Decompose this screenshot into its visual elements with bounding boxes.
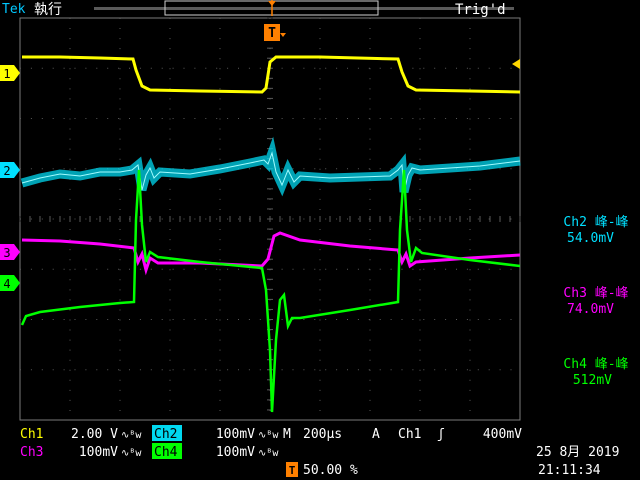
ch3-label[interactable]: Ch3 — [20, 445, 43, 460]
trigger-slope-icon: ʃ — [437, 427, 445, 442]
channel-marker-3[interactable]: 3 — [0, 244, 20, 260]
ch4-scale: 100mV — [216, 445, 255, 460]
date-readout: 25 8月 2019 — [536, 445, 619, 460]
trigger-status: Trig'd — [455, 2, 506, 18]
time-readout: 21:11:34 — [538, 463, 601, 478]
ch3-scale: 100mV — [79, 445, 118, 460]
ch4-label[interactable]: Ch4 — [154, 445, 178, 460]
ch2-scale: 100mV — [216, 427, 255, 442]
measurement-ch2-label: Ch2 峰-峰 — [563, 215, 628, 230]
waveform-ch3 — [21, 231, 521, 276]
measurement-ch2-value: 54.0mV — [567, 231, 614, 246]
channel-marker-2-label: 2 — [3, 164, 10, 178]
channel-marker-3-label: 3 — [3, 246, 10, 260]
trigger-level-arrow-icon[interactable] — [512, 59, 520, 69]
measurement-ch3-label: Ch3 峰-峰 — [563, 286, 628, 301]
waveform-ch1 — [22, 55, 521, 94]
trigger-level[interactable]: 400mV — [483, 427, 522, 442]
ch2-bw-limit-icon: ∿ᴮw — [258, 430, 279, 441]
channel-marker-4[interactable]: 4 — [0, 275, 20, 291]
channel-marker-1-label: 1 — [3, 67, 10, 81]
timebase-value[interactable]: 200µs — [303, 427, 342, 442]
channel-marker-2[interactable]: 2 — [0, 162, 20, 178]
ch2-label[interactable]: Ch2 — [154, 427, 177, 442]
channel-marker-1[interactable]: 1 — [0, 65, 20, 81]
measurement-ch4-value: 512mV — [573, 373, 612, 388]
ch1-label[interactable]: Ch1 — [20, 427, 43, 442]
trigger-type: A — [372, 427, 380, 442]
trigger-source[interactable]: Ch1 — [398, 427, 421, 442]
ch1-scale: 2.00 V — [71, 427, 118, 442]
measurement-ch4-label: Ch4 峰-峰 — [563, 357, 628, 372]
trigger-position-marker[interactable]: T — [264, 24, 280, 41]
channel-marker-4-label: 4 — [3, 277, 10, 291]
ch4-bw-limit-icon: ∿ᴮw — [258, 448, 279, 459]
trigger-position-icon-label: T — [289, 464, 296, 477]
waveform-ch4 — [20, 169, 521, 413]
trigger-marker-label: T — [268, 26, 276, 41]
trigger-pointer-icon — [280, 33, 286, 37]
trigger-position-value[interactable]: 50.00 % — [303, 463, 358, 478]
ch3-bw-limit-icon: ∿ᴮw — [121, 448, 142, 459]
brand-logo: Tek — [2, 2, 26, 17]
measurement-ch3-value: 74.0mV — [567, 302, 614, 317]
timebase-label: M — [283, 427, 291, 442]
record-view-bar — [94, 0, 514, 16]
ch1-bw-limit-icon: ∿ᴮw — [121, 430, 142, 441]
run-state: 執行 — [34, 2, 62, 18]
oscilloscope-screen: Tek 執行 Trig'd T 1 2 3 4 Ch2 峰-峰 54.0mV C… — [0, 0, 629, 478]
